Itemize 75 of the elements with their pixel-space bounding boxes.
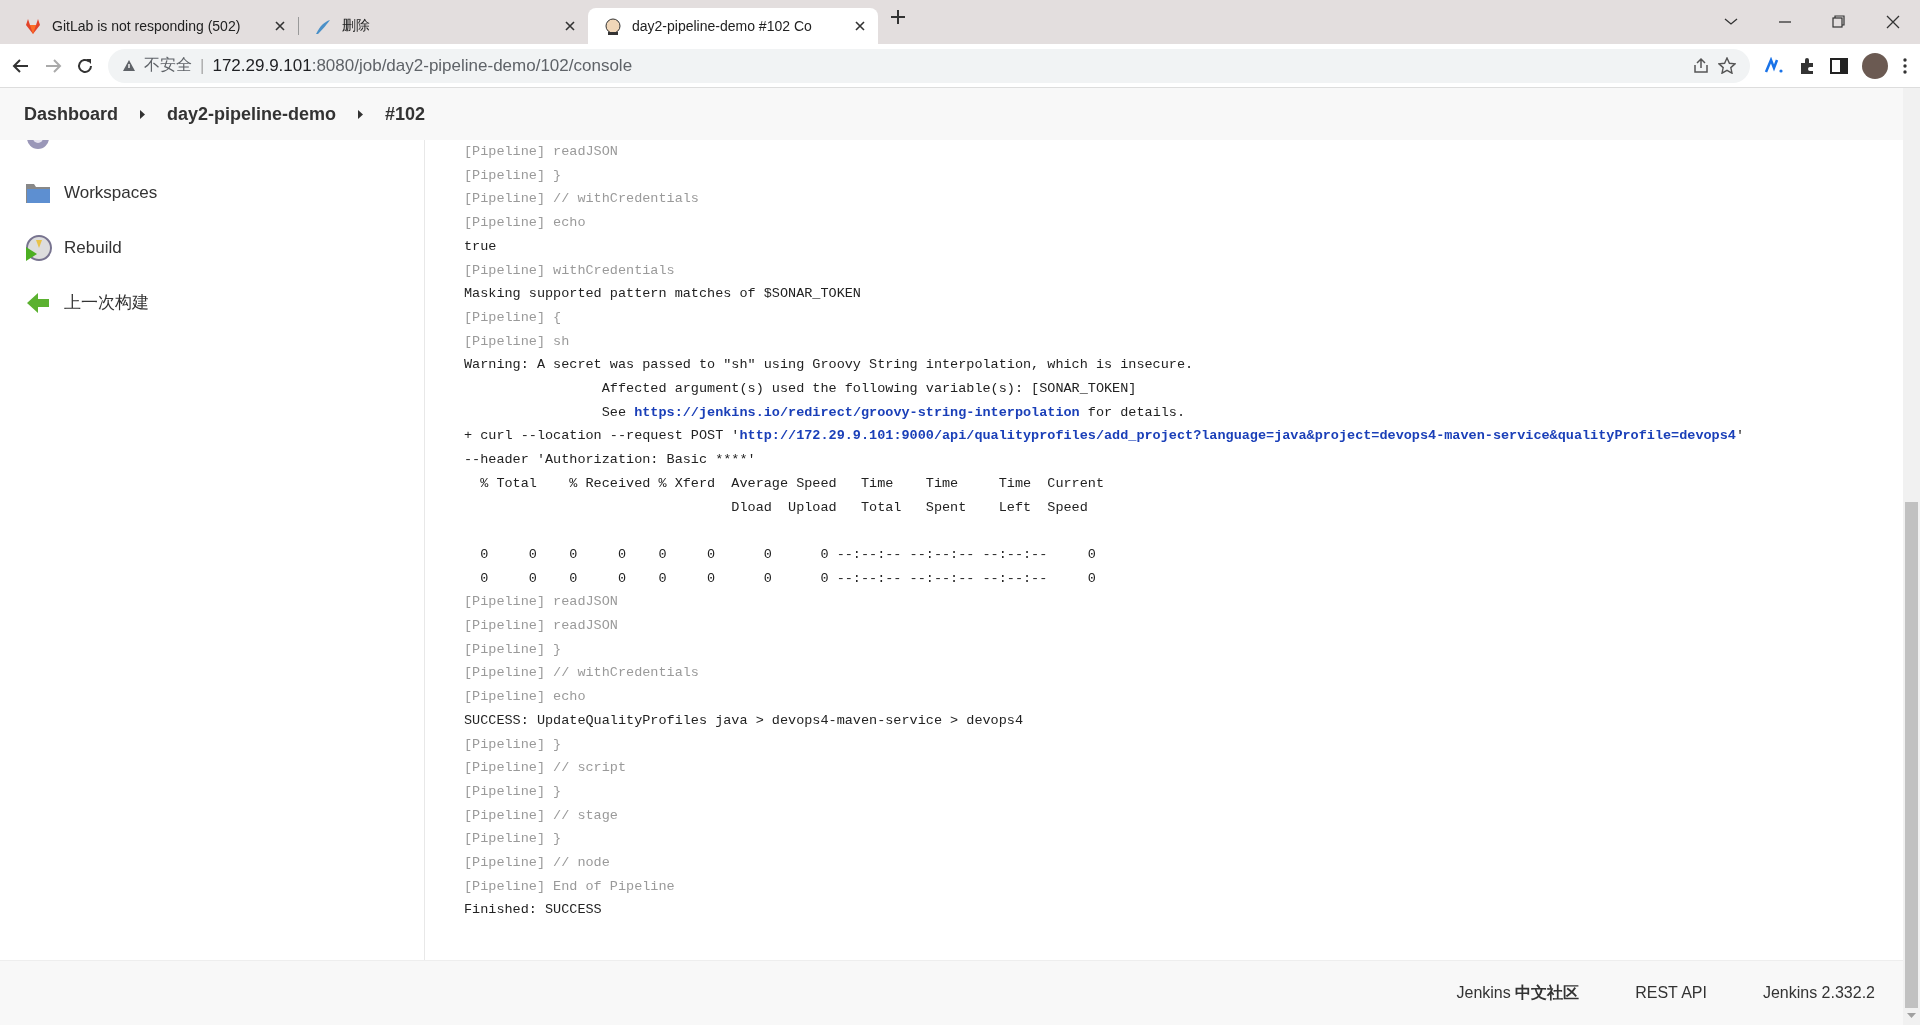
- back-arrow-icon[interactable]: [12, 56, 30, 75]
- console-line: 0 0 0 0 0 0 0 0 --:--:-- --:--:-- --:--:-- 0: [479, 545, 1097, 564]
- console-line: Finished: SUCCESS: [464, 901, 603, 920]
- close-icon[interactable]: [1886, 15, 1900, 29]
- console-line: [Pipeline] {: [464, 308, 563, 327]
- console-line: + curl --location --request POST 'http://172.29.9.101:9000/api/qualityprofiles/add_project?language=java&project=devops4-maven-service&qualityProfile=devops4': [464, 427, 1746, 446]
- breadcrumb-link[interactable]: day2-pipeline-demo: [167, 103, 337, 125]
- chevron-down-icon[interactable]: [1724, 18, 1738, 26]
- console-line: [Pipeline] }: [464, 830, 563, 849]
- sidebar-item[interactable]: Workspaces: [0, 165, 424, 220]
- sidebar-item[interactable]: 上一次构建: [0, 275, 424, 330]
- scrollbar[interactable]: [1903, 88, 1920, 1025]
- butler-icon: [604, 17, 622, 35]
- console-line: SUCCESS: UpdateQualityProfiles java > devops4-maven-service > devops4: [464, 711, 1024, 730]
- console-line: [Pipeline] // withCredentials: [464, 664, 700, 683]
- console-line: [Pipeline] // node: [464, 854, 611, 873]
- caret-icon: [140, 109, 146, 119]
- address-bar[interactable]: 不安全 | 172.29.9.101:8080/job/day2-pipeline-demo/102/console: [108, 48, 1750, 83]
- close-icon[interactable]: [274, 20, 286, 32]
- console-line: --header 'Authorization: Basic ****': [464, 451, 757, 470]
- star-icon[interactable]: [1718, 57, 1736, 74]
- puzzle-icon[interactable]: [1798, 56, 1816, 75]
- extension-icon[interactable]: [1764, 56, 1784, 75]
- footer-link[interactable]: Jenkins 2.332.2: [1762, 984, 1875, 1002]
- console-line: [Pipeline] }: [464, 166, 563, 185]
- side-panel-icon[interactable]: [1830, 56, 1848, 75]
- console-link[interactable]: https://jenkins.io/redirect/groovy-string-interpolation: [634, 404, 1080, 420]
- console-link[interactable]: http://172.29.9.101:9000/api/qualityprofiles/add_project?language=java&project=devops4-maven-service&qualityProfile=devops4: [739, 428, 1736, 444]
- fox-icon: [24, 17, 42, 35]
- console-line: See https://jenkins.io/redirect/groovy-string-interpolation for details.: [600, 403, 1187, 422]
- console-line: [Pipeline] }: [464, 640, 563, 659]
- console-line: [Pipeline] echo: [464, 688, 587, 707]
- security-label: 不安全: [144, 55, 192, 75]
- restore-icon[interactable]: [1832, 15, 1846, 29]
- warning-icon: [122, 59, 136, 72]
- console-line: [Pipeline] readJSON: [464, 143, 619, 161]
- feather-icon: [314, 17, 332, 35]
- footer-link[interactable]: Jenkins 中文社区: [1456, 982, 1580, 1004]
- scrollbar-thumb[interactable]: [1905, 502, 1918, 1008]
- reload-icon[interactable]: [76, 56, 94, 75]
- close-icon[interactable]: [854, 20, 866, 32]
- browser-tab[interactable]: day2-pipeline-demo #102 Co: [588, 8, 878, 44]
- sidebar-item[interactable]: Rebuild: [0, 220, 424, 275]
- console-line: % Total % Received % Xferd Average Speed Time Time Time Current: [479, 474, 1105, 493]
- breadcrumb-link[interactable]: #102: [385, 103, 426, 125]
- footer-link[interactable]: REST API: [1635, 984, 1707, 1002]
- console-line: true: [464, 237, 498, 256]
- console-line: [Pipeline] End of Pipeline: [464, 877, 676, 896]
- console-line: [Pipeline] sh: [464, 332, 571, 351]
- close-icon[interactable]: [564, 20, 576, 32]
- caret-icon: [358, 109, 364, 119]
- console-line: [Pipeline] // withCredentials: [464, 190, 700, 209]
- profile-avatar[interactable]: [1862, 52, 1888, 79]
- console-line: [Pipeline] // script: [464, 759, 628, 778]
- console-line: Warning: A secret was passed to "sh" using Groovy String interpolation, which is insecure.: [464, 356, 1195, 375]
- breadcrumb-link[interactable]: Dashboard: [24, 103, 119, 125]
- menu-icon[interactable]: [1902, 56, 1908, 75]
- separator: |: [200, 55, 205, 76]
- console-line: 0 0 0 0 0 0 0 0 --:--:-- --:--:-- --:--:-- 0: [479, 569, 1097, 588]
- browser-tab[interactable]: GitLab is not responding (502): [8, 8, 298, 44]
- console-line: [Pipeline] }: [464, 782, 563, 801]
- console-line: [Pipeline] withCredentials: [464, 261, 676, 280]
- console-line: Dload Upload Total Spent Left Speed: [730, 498, 1089, 517]
- console-line: [Pipeline] readJSON: [464, 617, 619, 636]
- url-text: 172.29.9.101:8080/job/day2-pipeline-demo/102/console: [212, 55, 633, 76]
- console-line: [Pipeline] readJSON: [464, 593, 619, 612]
- console-line: Masking supported pattern matches of $SONAR_TOKEN: [464, 285, 862, 304]
- clock-icon: [24, 233, 52, 262]
- browser-tab[interactable]: 删除: [298, 8, 588, 44]
- console-line: [Pipeline] }: [464, 735, 563, 754]
- console-line: Affected argument(s) used the following variable(s): [SONAR_TOKEN]: [600, 380, 1138, 399]
- console-line: [Pipeline] // stage: [464, 806, 619, 825]
- plus-icon[interactable]: [890, 9, 906, 25]
- share-icon[interactable]: [1692, 57, 1710, 74]
- console-line: [Pipeline] echo: [464, 214, 587, 233]
